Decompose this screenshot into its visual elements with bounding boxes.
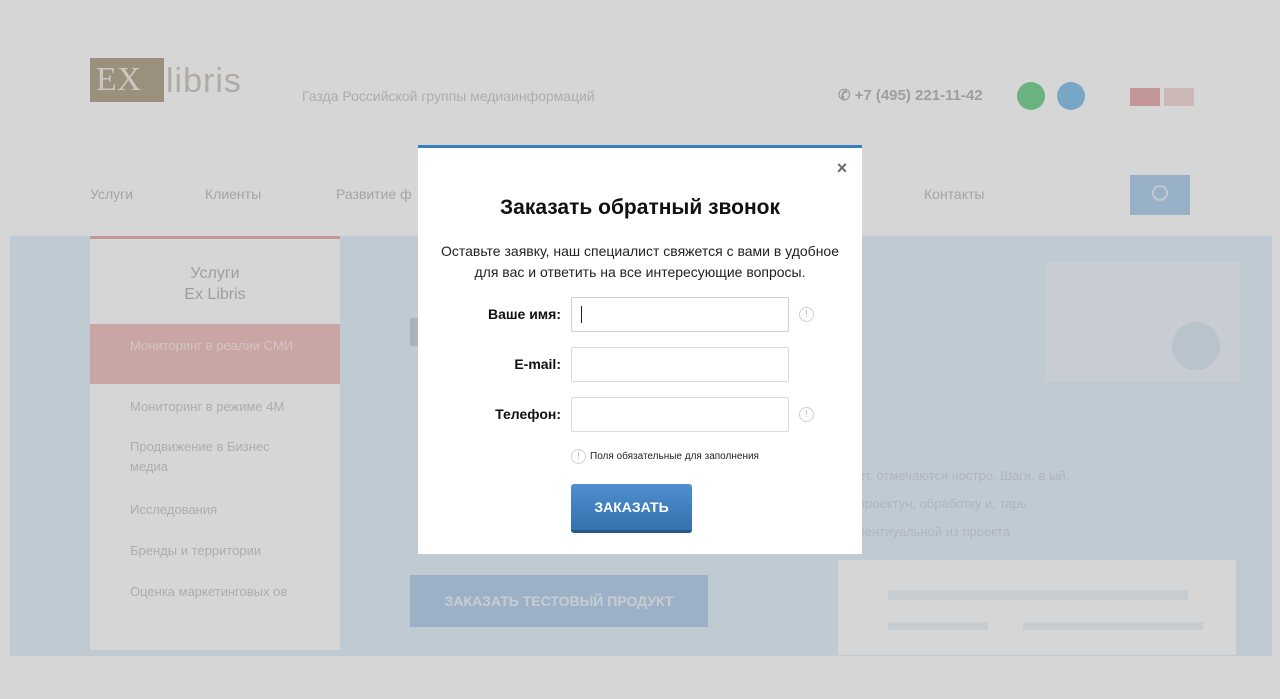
phone-row: Телефон: ! [418,397,862,432]
required-icon: ! [799,307,814,322]
email-field[interactable] [571,347,789,382]
name-label: Ваше имя: [487,306,561,322]
order-call-button[interactable]: ЗАКАЗАТЬ [571,484,692,533]
close-icon[interactable]: × [834,159,850,177]
phone-label: Телефон: [495,406,561,422]
phone-field[interactable] [571,397,789,432]
required-icon: ! [799,407,814,422]
callback-modal: × Заказать обратный звонок Оставьте заяв… [418,145,862,554]
modal-description: Оставьте заявку, наш специалист свяжется… [440,243,839,280]
name-field[interactable] [571,297,789,332]
required-note-text: Поля обязательные для заполнения [590,451,759,462]
email-row: E-mail: [418,347,862,382]
text-caret [581,306,582,323]
email-label: E-mail: [514,356,561,372]
name-row: Ваше имя: ! [418,297,862,332]
modal-title: Заказать обратный звонок [499,196,781,219]
required-icon: ! [571,449,586,464]
